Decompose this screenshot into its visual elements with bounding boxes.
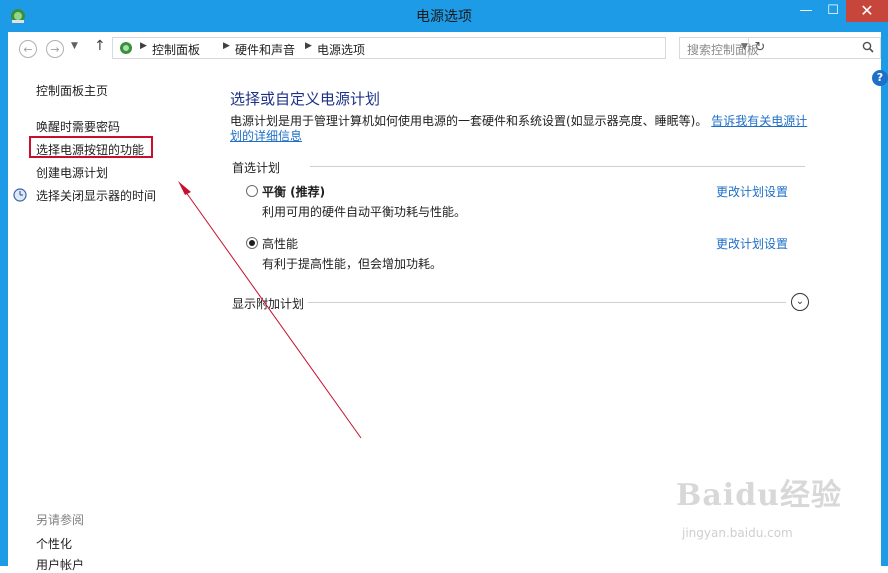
watermark-url: jingyan.baidu.com	[682, 526, 793, 540]
watermark-main: Baidu经验	[676, 478, 842, 513]
baidu-watermark-logo: Baidu经验 jingyan.baidu.com	[676, 470, 842, 540]
